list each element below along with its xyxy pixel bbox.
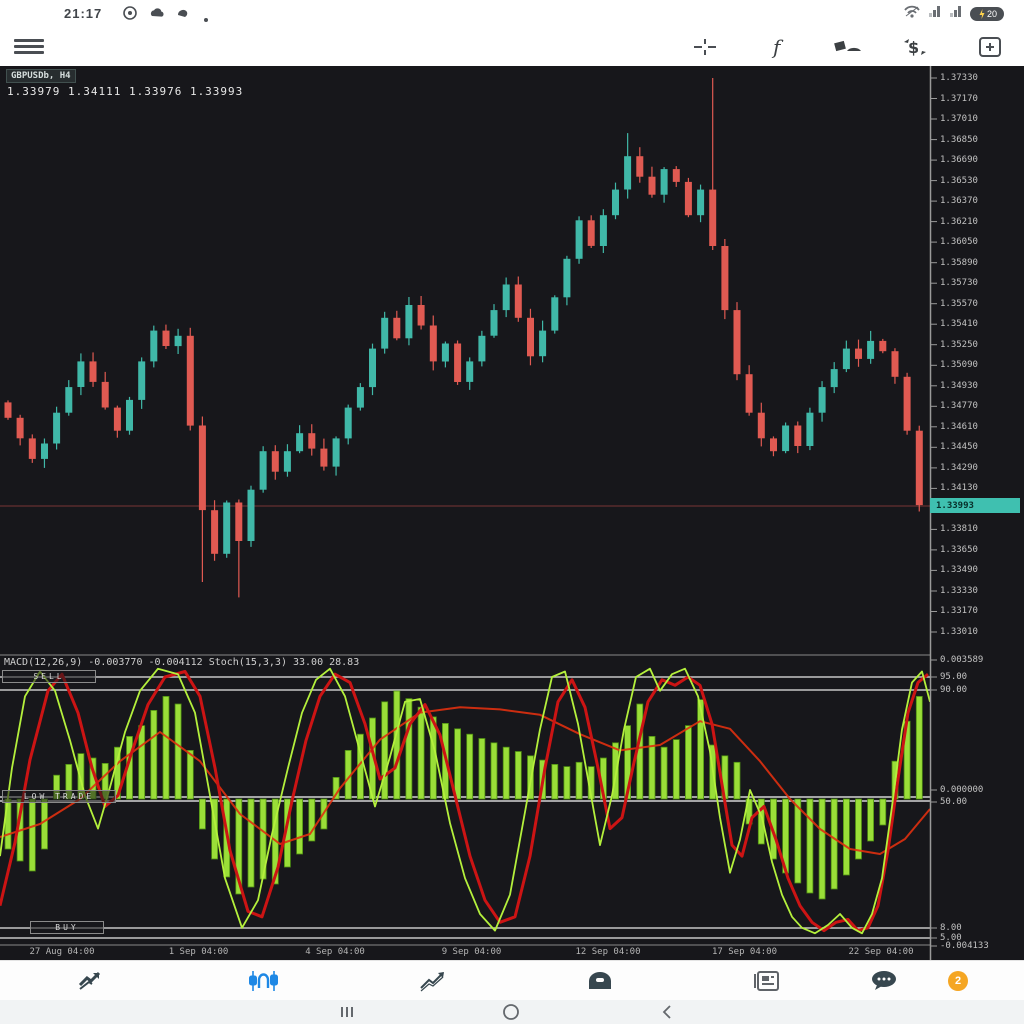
price-tick-label: 1.37010 <box>940 114 978 124</box>
symbol-timeframe-label[interactable]: GBPUSDb, H4 <box>6 69 76 83</box>
chart-area[interactable]: GBPUSDb, H4 1.33979 1.34111 1.33976 1.33… <box>0 66 1024 960</box>
time-tick-label: 12 Sep 04:00 <box>575 947 640 957</box>
price-tick-label: 1.33490 <box>940 565 978 575</box>
indicators-f-icon[interactable]: f <box>763 32 793 62</box>
price-tick-label: 1.35410 <box>940 319 978 329</box>
tab-chat[interactable] <box>864 965 904 997</box>
price-tick-label: 1.35570 <box>940 299 978 309</box>
ohlc-values: 1.33979 1.34111 1.33976 1.33993 <box>7 85 243 98</box>
whatsapp-icon <box>122 5 138 26</box>
chart-toolbar: f $ <box>0 28 1024 66</box>
tab-trade[interactable] <box>414 965 454 997</box>
price-tick-label: 1.34290 <box>940 463 978 473</box>
status-bar: 21:17 20 <box>0 0 1024 28</box>
battery-icon: 20 <box>970 7 1004 21</box>
time-tick-label: 4 Sep 04:00 <box>305 947 365 957</box>
battery-percent: 20 <box>987 9 997 19</box>
back-button[interactable] <box>652 1003 682 1021</box>
bottom-tab-bar: 2 <box>0 960 1024 1001</box>
sell-level-label: SELL <box>2 670 96 683</box>
price-tick-label: 1.34130 <box>940 483 978 493</box>
android-nav-bar <box>0 1000 1024 1024</box>
price-tick-label: 1.34770 <box>940 401 978 411</box>
price-tick-label: 1.36370 <box>940 196 978 206</box>
tab-history[interactable] <box>580 965 620 997</box>
hamburger-menu-button[interactable] <box>14 36 44 58</box>
indicator-values-label: MACD(12,26,9) -0.003770 -0.004112 Stoch(… <box>4 657 359 668</box>
price-tick-label: 1.35250 <box>940 340 978 350</box>
signal-bars-icon <box>928 4 942 23</box>
price-tick-label: 1.33810 <box>940 524 978 534</box>
tab-news[interactable] <box>748 965 788 997</box>
price-tick-label: 1.36050 <box>940 237 978 247</box>
home-button[interactable] <box>496 1003 526 1021</box>
current-price-tag: 1.33993 <box>930 498 1020 513</box>
notification-badge[interactable]: 2 <box>948 971 968 991</box>
price-tick-label: 1.33650 <box>940 545 978 555</box>
buy-level-label: BUY <box>30 921 104 934</box>
price-tick-label: 1.37330 <box>940 73 978 83</box>
signal-bars-icon-2 <box>949 4 963 23</box>
notification-dot-icon <box>203 10 209 28</box>
price-tick-label: 1.34450 <box>940 442 978 452</box>
tab-quotes[interactable] <box>72 965 112 997</box>
indicator-tick-label: 95.00 <box>940 672 967 682</box>
price-tick-label: 1.35730 <box>940 278 978 288</box>
objects-icon[interactable] <box>833 32 863 62</box>
price-tick-label: 1.35890 <box>940 258 978 268</box>
indicator-tick-label: 8.00 <box>940 923 962 933</box>
time-tick-label: 27 Aug 04:00 <box>29 947 94 957</box>
recents-button[interactable] <box>332 1003 362 1021</box>
price-tick-label: 1.36210 <box>940 217 978 227</box>
price-tick-label: 1.33330 <box>940 586 978 596</box>
chart-canvas <box>0 66 1024 960</box>
indicator-tick-label: -0.004133 <box>940 941 989 951</box>
tab-charts[interactable] <box>244 965 284 997</box>
indicator-tick-label: 50.00 <box>940 797 967 807</box>
price-tick-label: 1.35090 <box>940 360 978 370</box>
price-tick-label: 1.36690 <box>940 155 978 165</box>
indicator-tick-label: 90.00 <box>940 685 967 695</box>
time-tick-label: 1 Sep 04:00 <box>169 947 229 957</box>
low-trade-level-label: LOW TRADE <box>2 790 116 803</box>
price-tick-label: 1.33170 <box>940 606 978 616</box>
clock-time: 21:17 <box>64 6 102 21</box>
price-tick-label: 1.37170 <box>940 94 978 104</box>
svg-text:$: $ <box>908 38 919 57</box>
cloud-icon <box>148 5 166 26</box>
new-chart-icon[interactable] <box>975 32 1005 62</box>
price-tick-label: 1.33010 <box>940 627 978 637</box>
time-tick-label: 22 Sep 04:00 <box>848 947 913 957</box>
price-tick-label: 1.36530 <box>940 176 978 186</box>
indicator-tick-label: 0.000000 <box>940 785 983 795</box>
status-icons-right: 20 <box>903 4 1004 23</box>
trade-dollar-icon[interactable]: $ <box>900 32 930 62</box>
price-tick-label: 1.34930 <box>940 381 978 391</box>
price-tick-label: 1.34610 <box>940 422 978 432</box>
svg-text:f: f <box>771 35 784 59</box>
time-tick-label: 9 Sep 04:00 <box>442 947 502 957</box>
notification-icon <box>175 5 191 26</box>
price-tick-label: 1.36850 <box>940 135 978 145</box>
time-tick-label: 17 Sep 04:00 <box>712 947 777 957</box>
crosshair-icon[interactable] <box>690 32 720 62</box>
wifi-icon <box>903 4 921 23</box>
indicator-tick-label: 0.003589 <box>940 655 983 665</box>
